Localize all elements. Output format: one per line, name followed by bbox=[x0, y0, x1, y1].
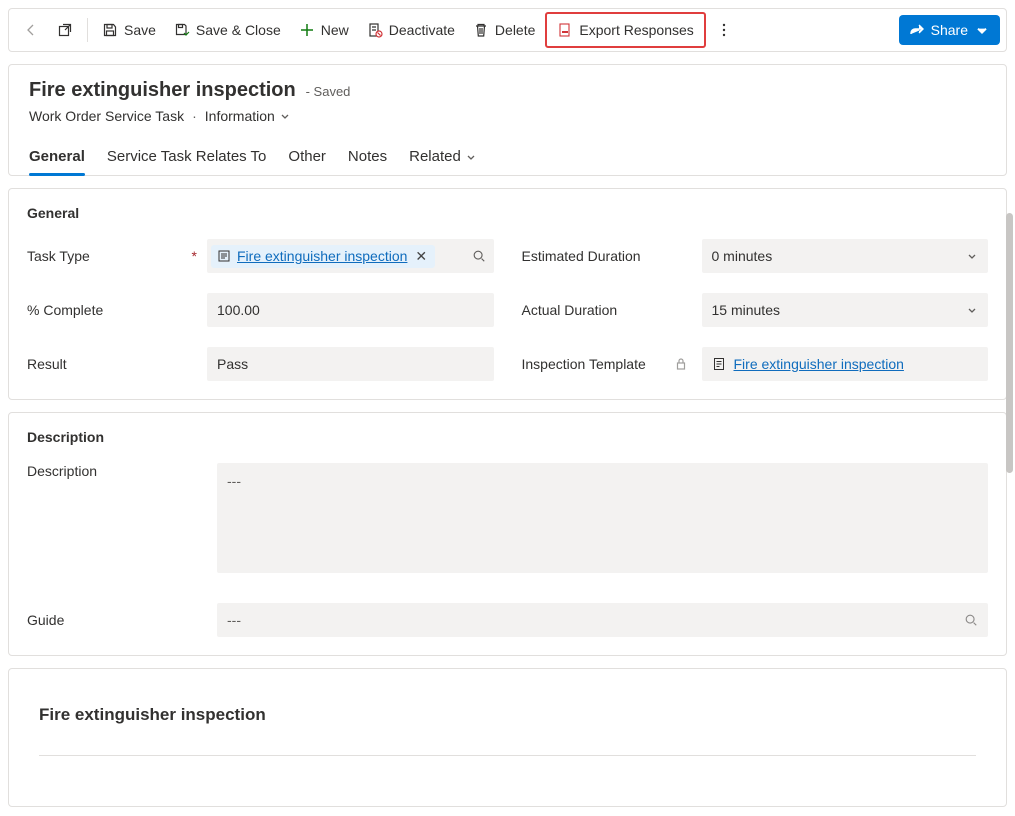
share-label: Share bbox=[931, 22, 968, 38]
field-task-type: Task Type* Fire extinguisher inspection … bbox=[27, 239, 494, 273]
export-responses-button[interactable]: Export Responses bbox=[549, 14, 701, 46]
command-bar: Save Save & Close New Deactivate Delete … bbox=[8, 8, 1007, 52]
scrollbar[interactable] bbox=[1006, 213, 1013, 473]
input-guide[interactable]: --- bbox=[217, 603, 988, 637]
tab-related[interactable]: Related bbox=[409, 142, 477, 175]
new-label: New bbox=[321, 22, 349, 38]
form-header: Fire extinguisher inspection - Saved Wor… bbox=[8, 64, 1007, 176]
save-close-icon bbox=[174, 22, 190, 38]
kebab-icon bbox=[716, 22, 732, 38]
arrow-left-icon bbox=[23, 22, 39, 38]
section-inspection-response: Fire extinguisher inspection bbox=[8, 668, 1007, 807]
lookup-chip-task-type: Fire extinguisher inspection ✕ bbox=[211, 245, 435, 268]
save-icon bbox=[102, 22, 118, 38]
input-percent-complete[interactable]: 100.00 bbox=[207, 293, 494, 327]
export-responses-highlight: Export Responses bbox=[545, 12, 705, 48]
inspection-icon bbox=[712, 357, 726, 371]
lock-icon bbox=[674, 357, 692, 371]
deactivate-icon bbox=[367, 22, 383, 38]
label-task-type: Task Type* bbox=[27, 248, 197, 264]
page-title: Fire extinguisher inspection bbox=[29, 79, 296, 102]
section-description: Description Description --- Guide --- bbox=[8, 412, 1007, 656]
delete-button[interactable]: Delete bbox=[465, 14, 543, 46]
export-responses-label: Export Responses bbox=[579, 22, 693, 38]
open-new-window-button[interactable] bbox=[49, 14, 81, 46]
field-percent-complete: % Complete 100.00 bbox=[27, 293, 494, 327]
link-task-type[interactable]: Fire extinguisher inspection bbox=[237, 248, 407, 264]
share-icon bbox=[909, 22, 925, 38]
separator-dot: · bbox=[192, 108, 197, 124]
link-inspection-template[interactable]: Fire extinguisher inspection bbox=[734, 356, 904, 372]
popout-icon bbox=[57, 22, 73, 38]
remove-task-type-icon[interactable]: ✕ bbox=[413, 248, 429, 265]
save-button[interactable]: Save bbox=[94, 14, 164, 46]
entity-name: Work Order Service Task bbox=[29, 108, 184, 124]
input-result[interactable]: Pass bbox=[207, 347, 494, 381]
label-guide: Guide bbox=[27, 612, 197, 628]
input-description[interactable]: --- bbox=[217, 463, 988, 573]
chevron-down-icon bbox=[465, 151, 477, 163]
label-percent-complete: % Complete bbox=[27, 302, 197, 318]
save-state: - Saved bbox=[306, 84, 351, 99]
chevron-down-icon bbox=[966, 304, 978, 316]
tab-general[interactable]: General bbox=[29, 142, 85, 175]
field-result: Result Pass bbox=[27, 347, 494, 381]
chevron-down-icon bbox=[279, 110, 291, 122]
chevron-down-icon bbox=[974, 22, 990, 38]
input-actual-duration[interactable]: 15 minutes bbox=[702, 293, 989, 327]
section-title-general: General bbox=[27, 205, 988, 221]
tab-list: General Service Task Relates To Other No… bbox=[29, 142, 986, 175]
tab-notes[interactable]: Notes bbox=[348, 142, 387, 175]
label-estimated-duration: Estimated Duration bbox=[522, 248, 692, 264]
chevron-down-icon bbox=[966, 250, 978, 262]
search-icon[interactable] bbox=[472, 249, 486, 263]
tab-other[interactable]: Other bbox=[288, 142, 326, 175]
label-description: Description bbox=[27, 463, 197, 479]
deactivate-label: Deactivate bbox=[389, 22, 455, 38]
task-type-icon bbox=[217, 249, 231, 263]
search-icon[interactable] bbox=[964, 613, 978, 627]
separator bbox=[87, 18, 88, 42]
trash-icon bbox=[473, 22, 489, 38]
form-name: Information bbox=[205, 108, 275, 124]
tab-service-task-relates-to[interactable]: Service Task Relates To bbox=[107, 142, 267, 175]
field-inspection-template: Inspection Template Fire extinguisher in… bbox=[522, 347, 989, 381]
delete-label: Delete bbox=[495, 22, 535, 38]
plus-icon bbox=[299, 22, 315, 38]
inspection-title: Fire extinguisher inspection bbox=[39, 705, 976, 725]
divider bbox=[39, 755, 976, 756]
field-estimated-duration: Estimated Duration 0 minutes bbox=[522, 239, 989, 273]
new-button[interactable]: New bbox=[291, 14, 357, 46]
save-close-label: Save & Close bbox=[196, 22, 281, 38]
input-estimated-duration[interactable]: 0 minutes bbox=[702, 239, 989, 273]
label-result: Result bbox=[27, 356, 197, 372]
back-button[interactable] bbox=[15, 14, 47, 46]
overflow-menu-button[interactable] bbox=[708, 14, 740, 46]
label-inspection-template: Inspection Template bbox=[522, 356, 692, 372]
deactivate-button[interactable]: Deactivate bbox=[359, 14, 463, 46]
form-selector[interactable]: Information bbox=[205, 108, 291, 124]
section-title-description: Description bbox=[27, 429, 988, 445]
field-actual-duration: Actual Duration 15 minutes bbox=[522, 293, 989, 327]
label-actual-duration: Actual Duration bbox=[522, 302, 692, 318]
pdf-icon bbox=[557, 22, 573, 38]
share-button[interactable]: Share bbox=[899, 15, 1000, 45]
save-close-button[interactable]: Save & Close bbox=[166, 14, 289, 46]
input-inspection-template: Fire extinguisher inspection bbox=[702, 347, 989, 381]
section-general: General Task Type* Fire extinguisher ins… bbox=[8, 188, 1007, 400]
save-label: Save bbox=[124, 22, 156, 38]
input-task-type[interactable]: Fire extinguisher inspection ✕ bbox=[207, 239, 494, 273]
